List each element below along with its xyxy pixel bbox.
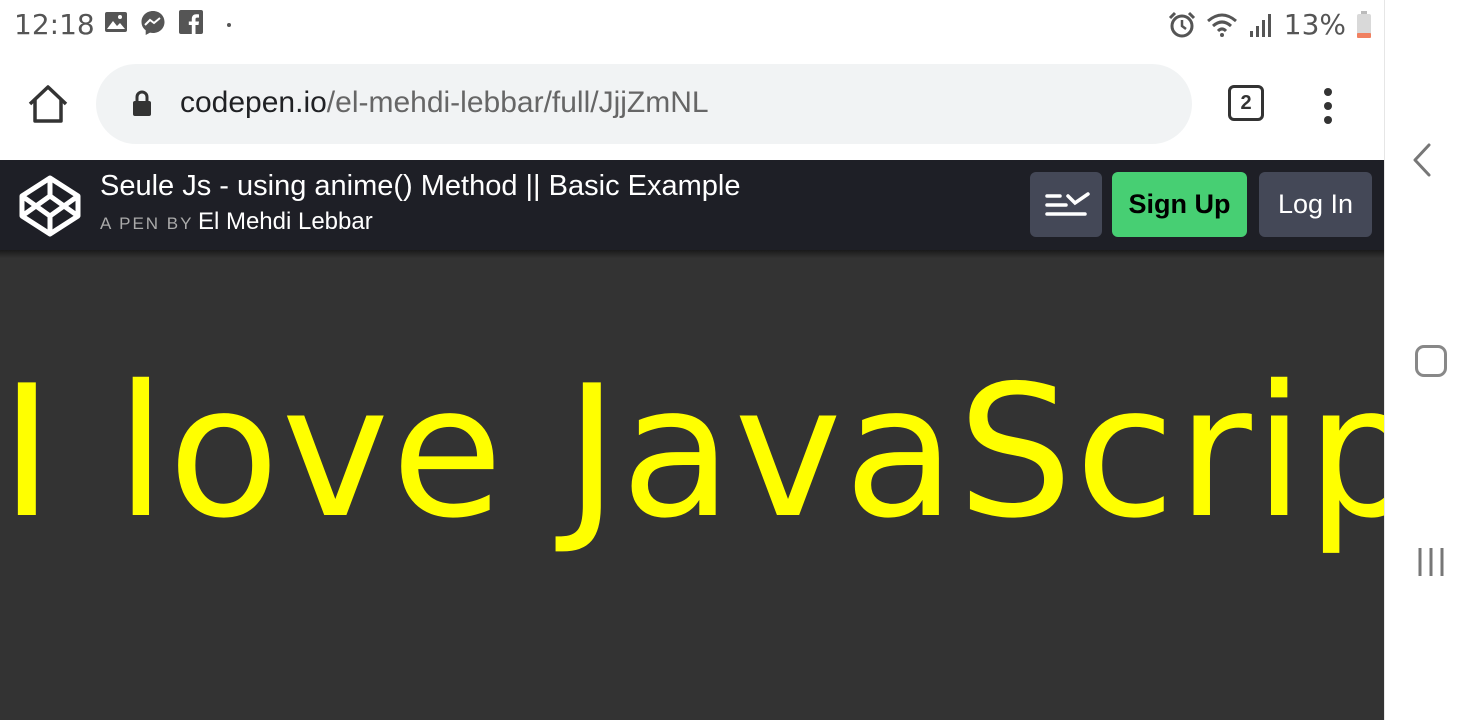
- url-text[interactable]: codepen.io/el-mehdi-lebbar/full/JjjZmNL: [180, 86, 709, 120]
- pen-byline: A PEN BY El Mehdi Lebbar: [100, 208, 373, 236]
- pen-preview: I love JavaScript: [0, 250, 1384, 720]
- battery-percent: 13%: [1283, 8, 1346, 41]
- animated-heading: I love JavaScript: [0, 346, 1384, 558]
- browser-toolbar: codepen.io/el-mehdi-lebbar/full/JjjZmNL …: [0, 50, 1384, 160]
- messenger-icon: [141, 11, 165, 35]
- dot-icon: [227, 23, 231, 27]
- back-icon[interactable]: [1407, 142, 1437, 178]
- nav-home-icon[interactable]: [1415, 345, 1447, 377]
- more-options-icon[interactable]: [1316, 86, 1340, 126]
- status-right: 13%: [1168, 8, 1372, 41]
- facebook-icon: [179, 10, 203, 34]
- view-list-icon: [1045, 192, 1090, 216]
- pen-title: Seule Js - using anime() Method || Basic…: [100, 170, 741, 202]
- codepen-logo-icon[interactable]: [18, 174, 82, 238]
- url-host: codepen.io: [180, 86, 327, 119]
- status-bar: 12:18 13%: [0, 0, 1384, 50]
- change-view-button[interactable]: [1030, 172, 1102, 237]
- system-nav-bar: [1384, 0, 1480, 720]
- address-bar[interactable]: codepen.io/el-mehdi-lebbar/full/JjjZmNL: [96, 64, 1192, 144]
- signal-icon: [1249, 13, 1271, 37]
- pen-by-prefix: A PEN BY: [100, 214, 194, 233]
- battery-icon: [1357, 10, 1371, 38]
- url-path: /el-mehdi-lebbar/full/JjjZmNL: [326, 86, 709, 119]
- phone-screen: 12:18 13% codepen.io/el-mehdi-lebbar/ful…: [0, 0, 1384, 720]
- sign-up-button[interactable]: Sign Up: [1112, 172, 1247, 237]
- codepen-header: Seule Js - using anime() Method || Basic…: [0, 160, 1384, 250]
- header-shadow: [0, 250, 1384, 258]
- tab-switcher-button[interactable]: 2: [1228, 85, 1264, 121]
- pen-author-link[interactable]: El Mehdi Lebbar: [198, 208, 373, 235]
- wifi-icon: [1206, 13, 1237, 37]
- recent-apps-icon[interactable]: [1415, 546, 1447, 578]
- home-icon[interactable]: [26, 82, 70, 126]
- lock-icon: [133, 90, 151, 116]
- alarm-icon: [1168, 11, 1195, 37]
- gallery-icon: [105, 12, 127, 32]
- status-time: 12:18: [14, 8, 95, 41]
- log-in-button[interactable]: Log In: [1259, 172, 1372, 237]
